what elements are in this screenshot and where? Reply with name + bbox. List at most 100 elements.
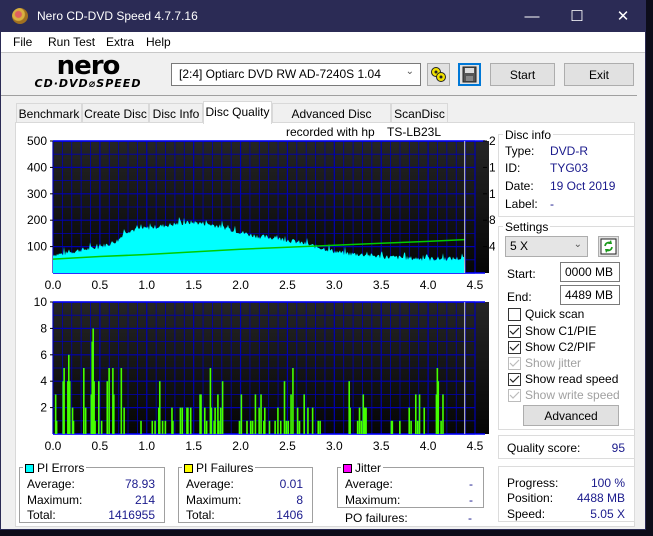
quick-scan-checkbox[interactable] bbox=[508, 308, 521, 321]
pi-errors-legend: PI Errors bbox=[23, 461, 87, 475]
toolbar: nero CD·DVD⌀SPEED [2:4] Optiarc DVD RW A… bbox=[1, 52, 645, 96]
advanced-button[interactable]: Advanced bbox=[523, 405, 619, 426]
menu-run-test[interactable]: Run Test bbox=[48, 35, 95, 49]
jitter-average-value: - bbox=[469, 477, 473, 491]
end-input-value: 4489 MB bbox=[565, 288, 614, 302]
maximize-button[interactable]: ☐ bbox=[554, 1, 600, 32]
x-tick-label: 4.5 bbox=[467, 439, 484, 453]
show-c2-pif-checkbox[interactable] bbox=[508, 341, 521, 354]
tab-advanced-disc-quality[interactable]: Advanced Disc Quality bbox=[272, 103, 391, 135]
pi-failures-bar bbox=[219, 407, 222, 434]
disc-label-value: - bbox=[550, 197, 554, 211]
pi-failures-bar bbox=[200, 394, 202, 434]
x-tick-label: 4.5 bbox=[467, 278, 484, 292]
x-tick-label: 4.0 bbox=[420, 278, 437, 292]
pi-failures-bar bbox=[285, 420, 288, 434]
x-tick-label: 1.0 bbox=[138, 278, 155, 292]
po-failures-value: - bbox=[468, 511, 472, 525]
pi-failures-bar bbox=[189, 407, 192, 434]
pif-maximum-value: 8 bbox=[296, 493, 303, 507]
minimize-button[interactable]: — bbox=[509, 1, 555, 32]
y-tick-label: 2 bbox=[40, 401, 47, 415]
tab-scandisc[interactable]: ScanDisc bbox=[391, 103, 448, 123]
disc-date-value: 19 Oct 2019 bbox=[550, 179, 616, 193]
pi-failures-bar bbox=[298, 420, 301, 434]
title-bar: Nero CD-DVD Speed 4.7.7.16 — ☐ ✕ bbox=[1, 1, 645, 32]
drive-select[interactable]: [2:4] Optiarc DVD RW AD-7240S 1.04 ⌄ bbox=[171, 63, 421, 86]
end-input[interactable]: 4489 MB bbox=[560, 285, 620, 305]
menu-help[interactable]: Help bbox=[146, 35, 171, 49]
nero-logo: nero CD·DVD⌀SPEED bbox=[13, 53, 163, 95]
check-icon bbox=[509, 391, 520, 399]
pi-failures-bar bbox=[254, 394, 257, 434]
start-input-value: 0000 MB bbox=[565, 265, 614, 279]
pi-failures-bar bbox=[106, 381, 109, 434]
pi-failures-bar bbox=[283, 381, 286, 434]
pi-failures-title: PI Failures bbox=[196, 461, 254, 475]
disc-id-value: TYG03 bbox=[550, 161, 589, 175]
start-input[interactable]: 0000 MB bbox=[560, 262, 620, 282]
pi-failures-chart: 0.0 0.5 1.0 1.5 2.0 2.5 3.0 3.5 4.0 4.5 2 4 6 8 10 bbox=[34, 295, 489, 453]
window-title: Nero CD-DVD Speed 4.7.7.16 bbox=[37, 9, 198, 23]
refresh-speed-button[interactable] bbox=[598, 236, 619, 257]
tab-disc-info[interactable]: Disc Info bbox=[149, 103, 203, 123]
jitter-average-label: Average: bbox=[345, 477, 393, 491]
check-icon bbox=[509, 343, 520, 351]
pi-failures-bar bbox=[440, 420, 442, 434]
pie-average-value: 78.93 bbox=[124, 477, 155, 491]
y2-tick-label: 20 bbox=[489, 134, 495, 148]
pi-failures-bar bbox=[161, 420, 164, 434]
logo-cd-dvd-speed-text: CD·DVD⌀SPEED bbox=[34, 77, 142, 90]
pi-failures-bar bbox=[279, 420, 282, 434]
x-tick-label: 0.0 bbox=[45, 439, 62, 453]
show-c1-pie-checkbox[interactable] bbox=[508, 325, 521, 338]
save-button[interactable] bbox=[458, 63, 481, 86]
show-write-speed-checkbox[interactable] bbox=[508, 389, 521, 402]
pie-total-label: Total: bbox=[27, 508, 56, 522]
show-read-speed-checkbox[interactable] bbox=[508, 373, 521, 386]
pi-failures-bar bbox=[113, 394, 115, 434]
tab-benchmark[interactable]: Benchmark bbox=[16, 103, 82, 123]
x-tick-label: 2.5 bbox=[279, 439, 296, 453]
jitter-maximum-value: - bbox=[469, 493, 473, 507]
options-button[interactable] bbox=[427, 63, 450, 86]
pi-failures-bar bbox=[123, 407, 125, 434]
disc-label-label: Label: bbox=[505, 197, 538, 211]
pi-failures-bar bbox=[258, 407, 260, 434]
po-failures-label: PO failures: bbox=[345, 511, 408, 525]
pi-failures-bar bbox=[423, 407, 426, 434]
pif-average-label: Average: bbox=[186, 477, 234, 491]
pi-failures-bar bbox=[410, 420, 412, 434]
pi-failures-bar bbox=[108, 368, 110, 434]
x-tick-label: 0.5 bbox=[92, 439, 109, 453]
pi-failures-bar bbox=[418, 394, 421, 434]
pi-failures-bar bbox=[210, 407, 213, 434]
pi-failures-bar bbox=[218, 420, 220, 434]
pi-failures-bar bbox=[249, 420, 252, 434]
jitter-legend: Jitter bbox=[341, 461, 384, 475]
jitter-maximum-label: Maximum: bbox=[345, 493, 401, 507]
show-jitter-checkbox[interactable] bbox=[508, 357, 521, 370]
pi-failures-bar bbox=[68, 381, 71, 434]
pi-errors-swatch bbox=[25, 464, 34, 473]
disc-type-value: DVD-R bbox=[550, 144, 588, 158]
tab-disc-quality[interactable]: Disc Quality bbox=[203, 101, 272, 124]
menu-extra[interactable]: Extra bbox=[106, 35, 134, 49]
tab-create-disc[interactable]: Create Disc bbox=[82, 103, 149, 123]
pi-failures-bar bbox=[277, 407, 279, 434]
menu-file[interactable]: File bbox=[13, 35, 32, 49]
speed-select[interactable]: 5 X ⌄ bbox=[505, 236, 588, 257]
pi-failures-bar bbox=[292, 368, 294, 434]
pi-failures-bar bbox=[260, 394, 262, 434]
close-button[interactable]: ✕ bbox=[600, 1, 646, 32]
pi-failures-bar bbox=[151, 420, 154, 434]
chevron-down-icon: ⌄ bbox=[573, 239, 582, 250]
exit-button[interactable]: Exit bbox=[564, 63, 634, 86]
start-button[interactable]: Start bbox=[490, 63, 555, 86]
position-label: Position: bbox=[507, 491, 554, 505]
pi-failures-bar bbox=[72, 420, 75, 434]
y2-tick-label: 12 bbox=[489, 187, 495, 201]
y-tick-label: 10 bbox=[34, 295, 48, 309]
pi-failures-bar bbox=[55, 420, 58, 434]
quality-score-value: 95 bbox=[611, 441, 625, 455]
